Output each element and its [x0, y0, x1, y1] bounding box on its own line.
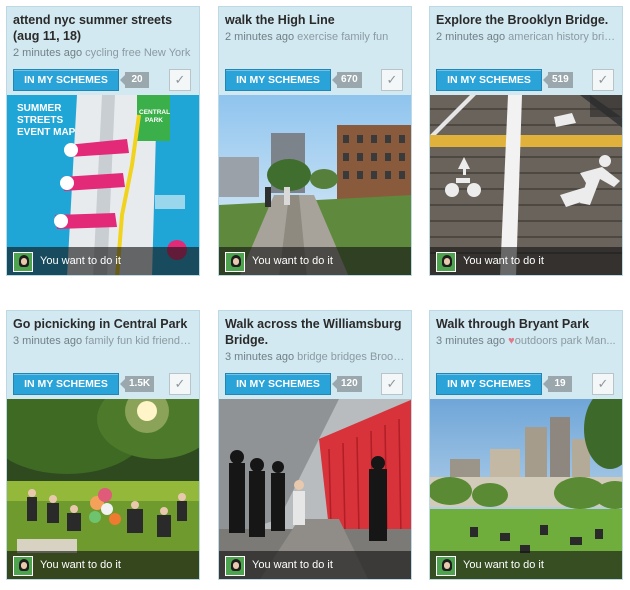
- action-row: IN MY SCHEMES 20 ✓: [13, 69, 191, 91]
- want-to-do-it-text: You want to do it: [252, 559, 333, 571]
- card-meta: 3 minutes ago family fun kid friendly N: [13, 334, 193, 348]
- action-row: IN MY SCHEMES 670 ✓: [225, 69, 403, 91]
- card-title[interactable]: Walk across the Williamsburg Bridge.: [225, 316, 405, 348]
- activity-card[interactable]: walk the High Line 2 minutes ago exercis…: [218, 6, 412, 276]
- card-title[interactable]: Go picnicking in Central Park: [13, 316, 193, 332]
- action-row: IN MY SCHEMES 19 ✓: [436, 373, 614, 395]
- card-header: Go picnicking in Central Park 3 minutes …: [7, 311, 199, 399]
- activity-card[interactable]: Go picnicking in Central Park 3 minutes …: [6, 310, 200, 580]
- in-my-schemes-button[interactable]: IN MY SCHEMES: [225, 69, 331, 91]
- activity-image[interactable]: You want to do it: [219, 399, 411, 579]
- card-meta: 3 minutes ago bridge bridges Brook...: [225, 350, 405, 364]
- card-header: Walk across the Williamsburg Bridge. 3 m…: [219, 311, 411, 399]
- timestamp: 2 minutes ago: [13, 47, 83, 59]
- tag-list[interactable]: cycling free New York: [85, 47, 190, 59]
- timestamp: 3 minutes ago: [13, 335, 83, 347]
- tag-list[interactable]: exercise family fun: [297, 31, 388, 43]
- in-my-schemes-button[interactable]: IN MY SCHEMES: [436, 373, 542, 395]
- scheme-count-badge: 20: [120, 72, 149, 88]
- card-header: walk the High Line 2 minutes ago exercis…: [219, 7, 411, 95]
- card-header: attend nyc summer streets (aug 11, 18) 2…: [7, 7, 199, 95]
- avatar[interactable]: [13, 252, 33, 272]
- card-meta: 2 minutes ago cycling free New York: [13, 46, 193, 60]
- want-to-do-it-text: You want to do it: [40, 559, 121, 571]
- timestamp: 2 minutes ago: [436, 31, 506, 43]
- image-footer: You want to do it: [430, 551, 622, 579]
- scheme-count-badge: 670: [332, 72, 362, 88]
- activity-image[interactable]: You want to do it: [430, 95, 622, 275]
- checkmark-icon[interactable]: ✓: [592, 69, 614, 91]
- image-footer: You want to do it: [7, 247, 199, 275]
- card-title[interactable]: Walk through Bryant Park: [436, 316, 616, 332]
- card-header: Explore the Brooklyn Bridge. 2 minutes a…: [430, 7, 622, 95]
- timestamp: 3 minutes ago: [225, 351, 295, 363]
- avatar[interactable]: [436, 252, 456, 272]
- want-to-do-it-text: You want to do it: [463, 559, 544, 571]
- activity-card[interactable]: Explore the Brooklyn Bridge. 2 minutes a…: [429, 6, 623, 276]
- in-my-schemes-button[interactable]: IN MY SCHEMES: [225, 373, 331, 395]
- activity-card[interactable]: attend nyc summer streets (aug 11, 18) 2…: [6, 6, 200, 276]
- checkmark-icon[interactable]: ✓: [381, 69, 403, 91]
- checkmark-icon[interactable]: ✓: [381, 373, 403, 395]
- card-header: Walk through Bryant Park 3 minutes ago ♥…: [430, 311, 622, 399]
- scheme-count-badge: 519: [543, 72, 573, 88]
- checkmark-icon[interactable]: ✓: [592, 373, 614, 395]
- action-row: IN MY SCHEMES 120 ✓: [225, 373, 403, 395]
- image-footer: You want to do it: [7, 551, 199, 579]
- card-title[interactable]: attend nyc summer streets (aug 11, 18): [13, 12, 193, 44]
- activity-card[interactable]: Walk through Bryant Park 3 minutes ago ♥…: [429, 310, 623, 580]
- avatar[interactable]: [13, 556, 33, 576]
- activity-card[interactable]: Walk across the Williamsburg Bridge. 3 m…: [218, 310, 412, 580]
- avatar[interactable]: [225, 252, 245, 272]
- timestamp: 2 minutes ago: [225, 31, 295, 43]
- avatar[interactable]: [436, 556, 456, 576]
- want-to-do-it-text: You want to do it: [40, 255, 121, 267]
- scheme-count-badge: 120: [332, 376, 362, 392]
- activity-image[interactable]: You want to do it: [219, 95, 411, 275]
- card-title[interactable]: Explore the Brooklyn Bridge.: [436, 12, 616, 28]
- tag-list[interactable]: family fun kid friendly N: [85, 335, 193, 347]
- map-title: SUMMER STREETS EVENT MAP: [17, 103, 76, 138]
- tag-list[interactable]: outdoors park Man...: [515, 335, 616, 347]
- timestamp: 3 minutes ago: [436, 335, 506, 347]
- want-to-do-it-text: You want to do it: [463, 255, 544, 267]
- avatar[interactable]: [225, 556, 245, 576]
- tag-list[interactable]: bridge bridges Brook...: [297, 351, 405, 363]
- activity-image[interactable]: You want to do it: [7, 399, 199, 579]
- in-my-schemes-button[interactable]: IN MY SCHEMES: [13, 69, 119, 91]
- activity-image[interactable]: You want to do it: [430, 399, 622, 579]
- card-meta: 2 minutes ago american history bridge: [436, 30, 616, 44]
- action-row: IN MY SCHEMES 1.5K ✓: [13, 373, 191, 395]
- card-meta: 2 minutes ago exercise family fun: [225, 30, 405, 44]
- action-row: IN MY SCHEMES 519 ✓: [436, 69, 614, 91]
- want-to-do-it-text: You want to do it: [252, 255, 333, 267]
- in-my-schemes-button[interactable]: IN MY SCHEMES: [13, 373, 119, 395]
- tag-list[interactable]: american history bridge: [508, 31, 616, 43]
- checkmark-icon[interactable]: ✓: [169, 373, 191, 395]
- image-footer: You want to do it: [219, 551, 411, 579]
- image-footer: You want to do it: [430, 247, 622, 275]
- activity-image[interactable]: SUMMER STREETS EVENT MAP CENTRAL PARK Yo…: [7, 95, 199, 275]
- card-title[interactable]: walk the High Line: [225, 12, 405, 28]
- map-park-label: CENTRAL PARK: [139, 109, 171, 124]
- checkmark-icon[interactable]: ✓: [169, 69, 191, 91]
- scheme-count-badge: 19: [543, 376, 572, 392]
- in-my-schemes-button[interactable]: IN MY SCHEMES: [436, 69, 542, 91]
- card-meta: 3 minutes ago ♥outdoors park Man...: [436, 334, 616, 348]
- image-footer: You want to do it: [219, 247, 411, 275]
- scheme-count-badge: 1.5K: [119, 376, 155, 392]
